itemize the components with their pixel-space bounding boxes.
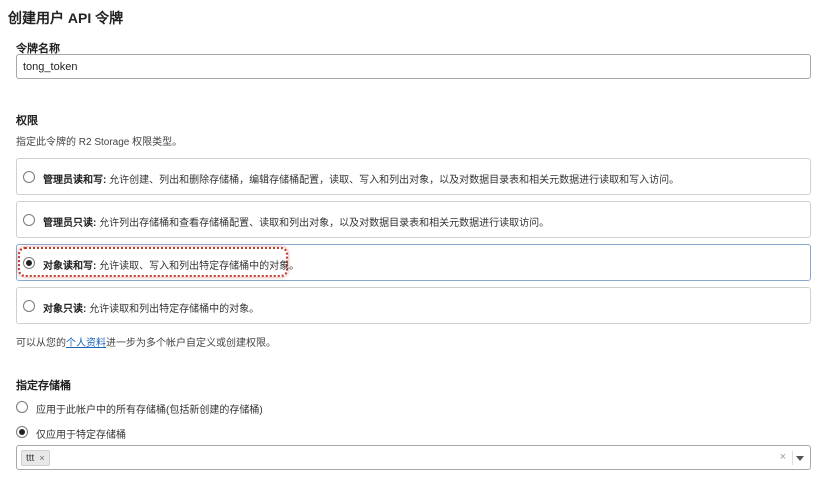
bucket-chip: ttt × xyxy=(21,450,50,466)
permission-option-object-read-only[interactable]: 对象只读: 允许读取和列出特定存储桶中的对象。 xyxy=(16,287,811,324)
radio-button[interactable] xyxy=(23,171,35,183)
divider xyxy=(792,451,793,465)
radio-button[interactable] xyxy=(23,300,35,312)
permissions-label: 权限 xyxy=(16,115,38,127)
option-description: 允许创建、列出和删除存储桶，编辑存储桶配置，读取、写入和列出对象，以及对数据目录… xyxy=(106,175,680,186)
chevron-down-icon[interactable] xyxy=(796,456,804,461)
profile-hint: 可以从您的个人资料进一步为多个帐户自定义或创建权限。 xyxy=(16,334,276,349)
option-description: 允许读取、写入和列出特定存储桶中的对象。 xyxy=(96,261,300,272)
bucket-option-label: 应用于此帐户中的所有存储桶(包括新创建的存储桶) xyxy=(36,405,263,416)
radio-button[interactable] xyxy=(16,401,28,413)
radio-button-checked[interactable] xyxy=(23,257,35,269)
option-description: 允许读取和列出特定存储桶中的对象。 xyxy=(86,304,260,315)
option-title: 对象只读: xyxy=(43,304,87,315)
page-title: 创建用户 API 令牌 xyxy=(8,10,124,26)
permission-option-object-read-write[interactable]: 对象读和写: 允许读取、写入和列出特定存储桶中的对象。 xyxy=(16,244,811,281)
close-icon[interactable]: × xyxy=(39,453,44,463)
profile-hint-prefix: 可以从您的 xyxy=(16,338,66,349)
option-title: 管理员只读: xyxy=(43,218,97,229)
option-title: 管理员读和写: xyxy=(43,175,107,186)
permission-option-admin-read-write[interactable]: 管理员读和写: 允许创建、列出和删除存储桶，编辑存储桶配置，读取、写入和列出对象… xyxy=(16,158,811,195)
token-name-input[interactable] xyxy=(16,54,811,79)
permission-option-admin-read-only[interactable]: 管理员只读: 允许列出存储桶和查看存储桶配置、读取和列出对象，以及对数据目录表和… xyxy=(16,201,811,238)
bucket-scope-label: 指定存储桶 xyxy=(16,380,71,392)
bucket-select[interactable]: ttt × × xyxy=(16,445,811,470)
option-title: 对象读和写: xyxy=(43,261,97,272)
close-icon[interactable]: × xyxy=(780,451,786,463)
radio-button-checked[interactable] xyxy=(16,426,28,438)
radio-button[interactable] xyxy=(23,214,35,226)
profile-hint-suffix: 进一步为多个帐户自定义或创建权限。 xyxy=(106,338,276,349)
permissions-description: 指定此令牌的 R2 Storage 权限类型。 xyxy=(16,137,183,148)
bucket-chip-label: ttt xyxy=(26,452,35,464)
bucket-option-label: 仅应用于特定存储桶 xyxy=(36,430,126,441)
option-description: 允许列出存储桶和查看存储桶配置、读取和列出对象，以及对数据目录表和相关元数据进行… xyxy=(96,218,550,229)
profile-link[interactable]: 个人资料 xyxy=(66,338,106,349)
